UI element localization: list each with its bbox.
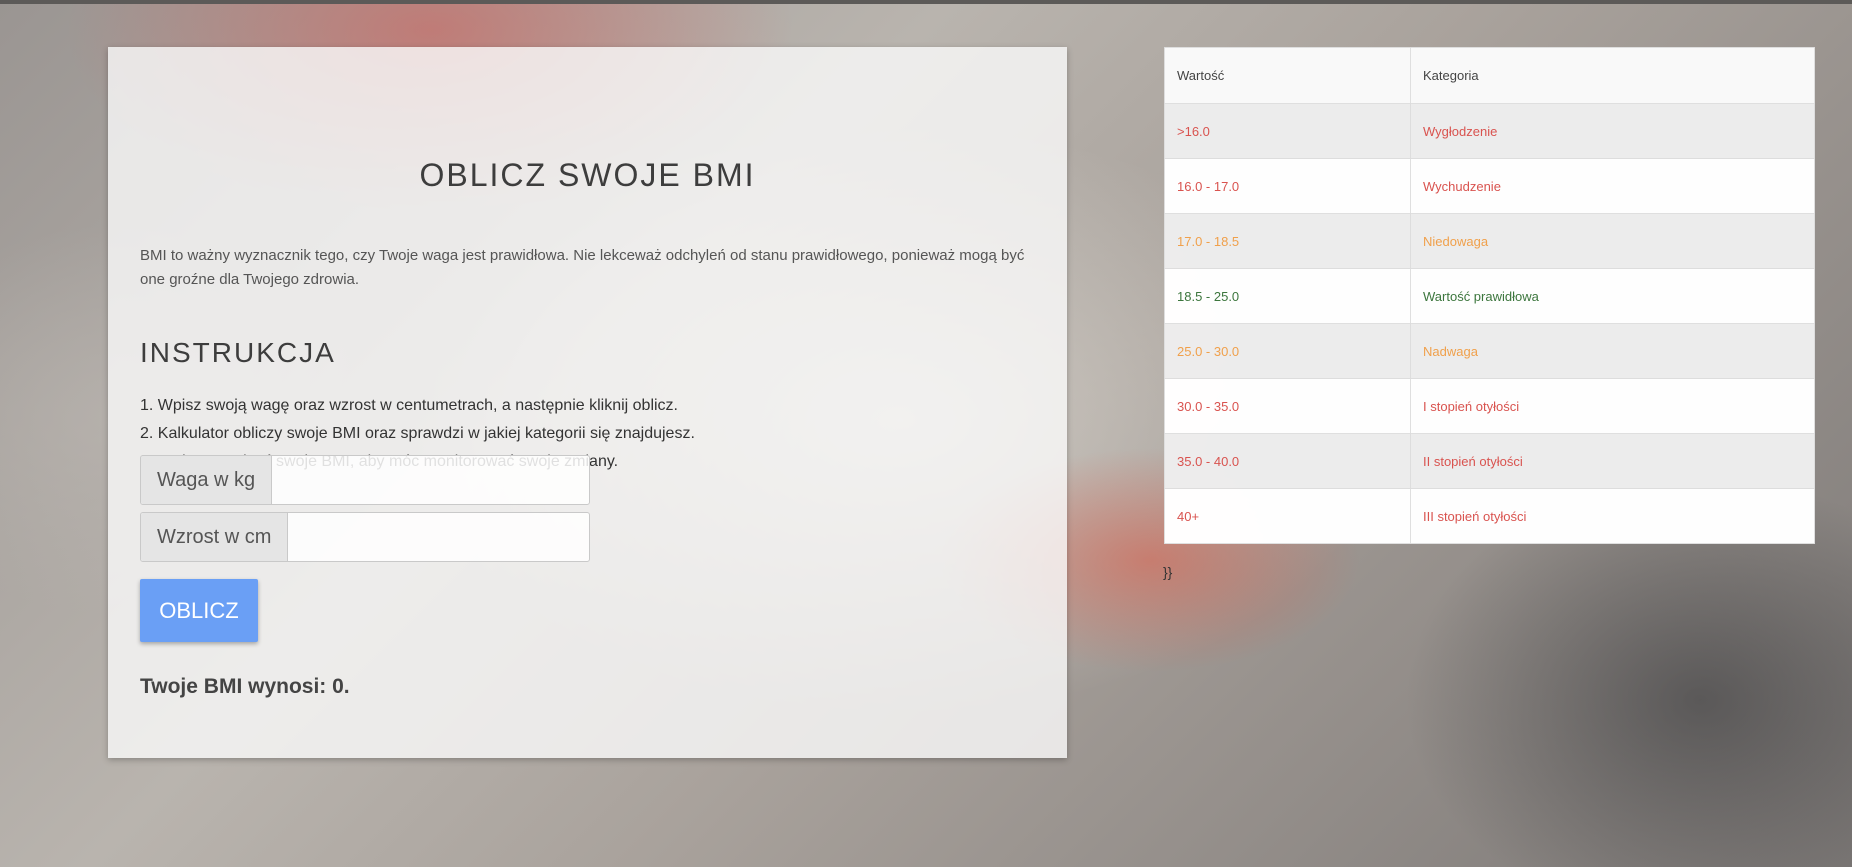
bmi-category: III stopień otyłości xyxy=(1410,488,1815,544)
bmi-range: 25.0 - 30.0 xyxy=(1164,323,1411,379)
bmi-range: >16.0 xyxy=(1164,103,1411,159)
bmi-range: 40+ xyxy=(1164,488,1411,544)
instruction-step: 1. Wpisz swoją wagę oraz wzrost w centum… xyxy=(140,397,678,414)
weight-input[interactable] xyxy=(272,456,589,504)
bmi-category: Wartość prawidłowa xyxy=(1410,268,1815,324)
weight-label: Waga w kg xyxy=(141,456,273,504)
intro-text: BMI to ważny wyznacznik tego, czy Twoje … xyxy=(140,247,1025,288)
bmi-calculator-card: OBLICZ SWOJE BMI BMI to ważny wyznacznik… xyxy=(108,47,1067,758)
table-row: >16.0 Wygłodzenie xyxy=(1164,103,1815,159)
bmi-range: 17.0 - 18.5 xyxy=(1164,213,1411,269)
table-row: 35.0 - 40.0 II stopień otyłości xyxy=(1164,433,1815,489)
calculate-button[interactable]: OBLICZ xyxy=(140,579,258,642)
bmi-range: 35.0 - 40.0 xyxy=(1164,433,1411,489)
bmi-range: 18.5 - 25.0 xyxy=(1164,268,1411,324)
stray-text: }} xyxy=(1163,564,1173,580)
height-input[interactable] xyxy=(288,513,589,561)
table-row: 30.0 - 35.0 I stopień otyłości xyxy=(1164,378,1815,434)
weight-input-group: Waga w kg xyxy=(140,455,590,505)
bmi-category: I stopień otyłości xyxy=(1410,378,1815,434)
table-header-row: Wartość Kategoria xyxy=(1164,47,1815,104)
table-row: 25.0 - 30.0 Nadwaga xyxy=(1164,323,1815,379)
bmi-category: Nadwaga xyxy=(1410,323,1815,379)
column-header-value: Wartość xyxy=(1164,47,1411,104)
instruction-step: 2. Kalkulator obliczy swoje BMI oraz spr… xyxy=(140,425,695,442)
height-input-group: Wzrost w cm xyxy=(140,512,590,562)
page-title: OBLICZ SWOJE BMI xyxy=(419,157,756,193)
bmi-category: Niedowaga xyxy=(1410,213,1815,269)
bmi-range: 30.0 - 35.0 xyxy=(1164,378,1411,434)
bmi-result: Twoje BMI wynosi: 0. xyxy=(140,675,350,698)
table-row: 18.5 - 25.0 Wartość prawidłowa xyxy=(1164,268,1815,324)
height-label: Wzrost w cm xyxy=(141,513,289,561)
bmi-category: Wygłodzenie xyxy=(1410,103,1815,159)
bmi-range: 16.0 - 17.0 xyxy=(1164,158,1411,214)
table-row: 16.0 - 17.0 Wychudzenie xyxy=(1164,158,1815,214)
bmi-category: II stopień otyłości xyxy=(1410,433,1815,489)
bmi-category: Wychudzenie xyxy=(1410,158,1815,214)
table-row: 17.0 - 18.5 Niedowaga xyxy=(1164,213,1815,269)
instructions-title: INSTRUKCJA xyxy=(140,337,336,368)
table-row: 40+ III stopień otyłości xyxy=(1164,488,1815,544)
bmi-categories-table: Wartość Kategoria >16.0 Wygłodzenie 16.0… xyxy=(1164,47,1815,544)
top-border xyxy=(0,0,1852,4)
column-header-category: Kategoria xyxy=(1410,47,1815,104)
